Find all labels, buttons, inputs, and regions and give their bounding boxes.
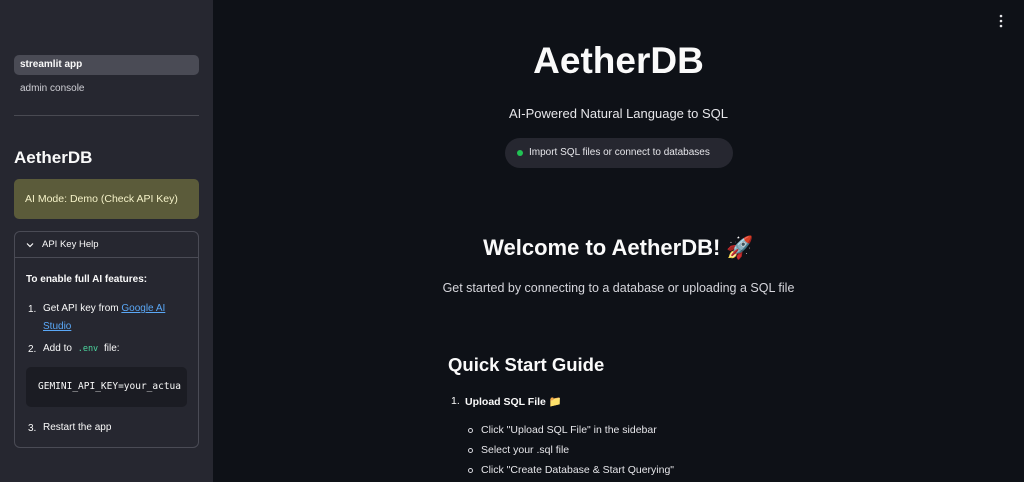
- step-number: 2.: [28, 344, 37, 355]
- welcome-subtitle: Get started by connecting to a database …: [442, 281, 795, 295]
- main-content: AetherDB AI-Powered Natural Language to …: [213, 0, 1024, 482]
- bullet-icon: [468, 428, 473, 433]
- step-number: 1.: [28, 304, 37, 315]
- list-item: Click "Create Database & Start Querying": [481, 464, 675, 476]
- nav-item-streamlit-app[interactable]: streamlit app: [14, 55, 199, 75]
- bullet-icon: [468, 448, 473, 453]
- page-title: AetherDB: [533, 40, 704, 81]
- step-number: 3.: [28, 423, 37, 434]
- chevron-down-icon: [26, 243, 34, 248]
- ai-mode-alert: AI Mode: Demo (Check API Key): [14, 179, 199, 219]
- step-restart: Restart the app: [43, 422, 112, 433]
- status-dot-icon: [517, 150, 523, 156]
- expander-header[interactable]: API Key Help: [15, 232, 198, 258]
- step-text: file:: [101, 343, 120, 354]
- env-code-block[interactable]: GEMINI_API_KEY=your_actua: [26, 367, 187, 407]
- api-key-help-expander: API Key Help To enable full AI features:…: [14, 231, 199, 448]
- step-number: 1.: [451, 395, 460, 407]
- welcome-heading: Welcome to AetherDB! 🚀: [483, 235, 754, 260]
- step-add-to-env: Add to .env file:: [43, 340, 120, 358]
- expander-heading: To enable full AI features:: [26, 274, 148, 285]
- page-subtitle: AI-Powered Natural Language to SQL: [509, 106, 728, 121]
- list-item: Click "Upload SQL File" in the sidebar: [481, 424, 657, 436]
- step-get-api-key: Get API key from Google AI Studio: [43, 300, 188, 336]
- status-badge: Import SQL files or connect to databases: [505, 138, 733, 168]
- expander-label: API Key Help: [42, 239, 99, 250]
- step-upload-sql-file: Upload SQL File 📁: [465, 396, 562, 408]
- bullet-icon: [468, 468, 473, 473]
- quick-start-title: Quick Start Guide: [448, 354, 605, 375]
- step-text: Get API key from: [43, 303, 122, 314]
- nav-item-admin-console[interactable]: admin console: [14, 79, 199, 99]
- sidebar-title: AetherDB: [14, 148, 93, 167]
- kebab-menu-icon[interactable]: [998, 14, 1004, 28]
- step-text: Add to: [43, 343, 75, 354]
- list-item: Select your .sql file: [481, 444, 570, 456]
- sidebar: streamlit app admin console AetherDB AI …: [0, 0, 213, 482]
- status-badge-text: Import SQL files or connect to databases: [529, 147, 710, 158]
- env-code: .env: [74, 344, 102, 354]
- sidebar-divider: [14, 115, 199, 116]
